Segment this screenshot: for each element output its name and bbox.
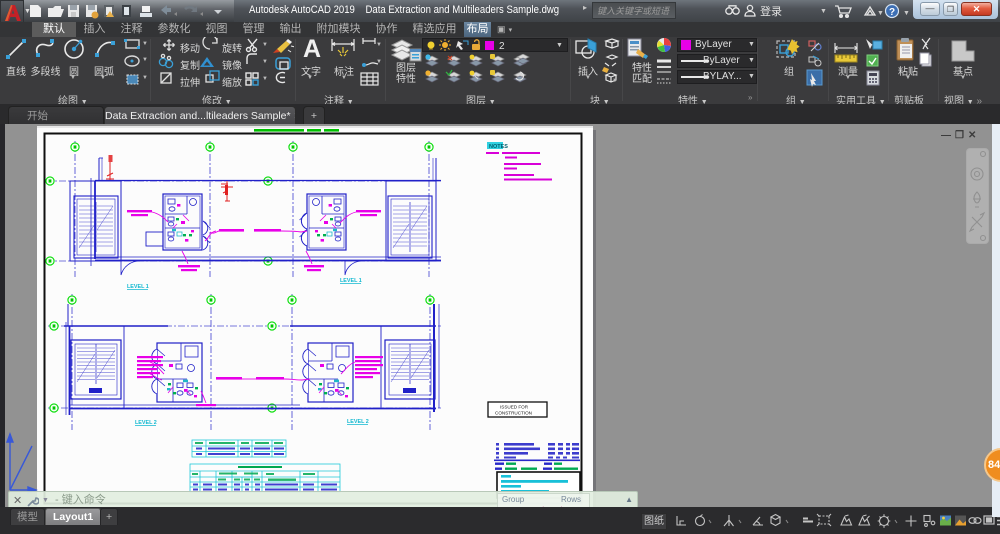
svg-text:CONSTRUCTION: CONSTRUCTION (495, 411, 532, 416)
svg-text:2: 2 (499, 41, 505, 51)
svg-text:LEVEL 2: LEVEL 2 (135, 420, 157, 426)
svg-text:NOTES: NOTES (489, 144, 508, 150)
svg-text:登录: 登录 (760, 4, 782, 18)
svg-text:?: ? (889, 7, 895, 18)
svg-text:▼: ▼ (903, 10, 910, 17)
svg-text:LEVEL 1: LEVEL 1 (340, 278, 362, 284)
svg-text:LEVEL 1: LEVEL 1 (127, 284, 149, 290)
svg-text:ISSUED FOR: ISSUED FOR (500, 405, 529, 410)
svg-text:LEVEL 2: LEVEL 2 (347, 419, 369, 425)
svg-text:▼: ▼ (877, 10, 884, 17)
